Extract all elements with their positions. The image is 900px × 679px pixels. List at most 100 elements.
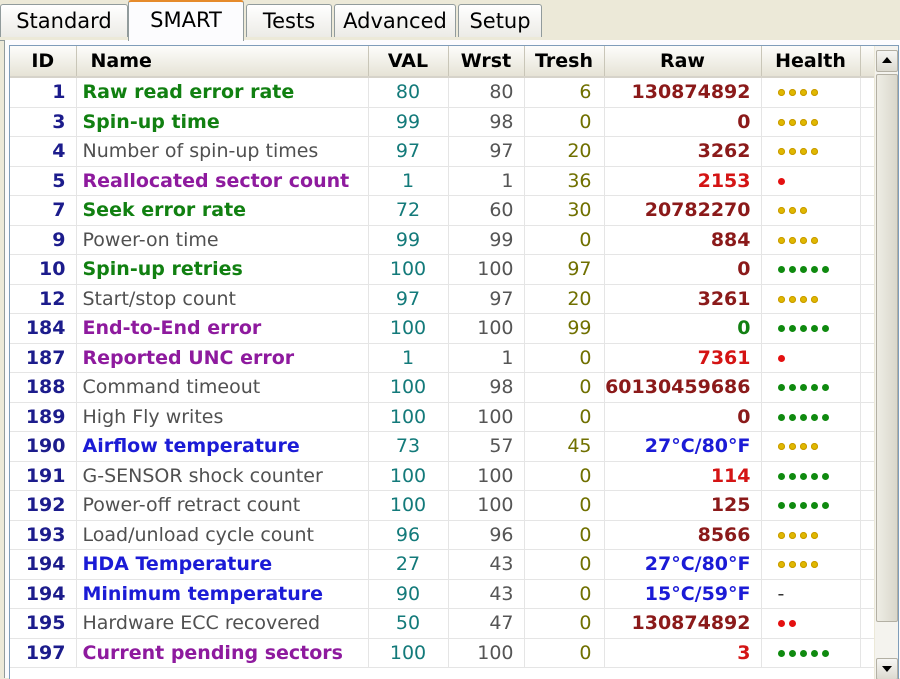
- column-header-raw[interactable]: Raw: [604, 46, 762, 78]
- attribute-worst: 60: [448, 195, 525, 226]
- attribute-health: [761, 166, 861, 196]
- table-row[interactable]: 9 Power-on time 99 99 0 884: [10, 225, 874, 255]
- table-row[interactable]: 190 Airflow temperature 73 57 45 27°C/80°F: [10, 431, 874, 462]
- attribute-threshold: 0: [524, 372, 605, 403]
- health-dot-icon: [810, 89, 818, 97]
- tab-setup[interactable]: Setup: [458, 4, 542, 37]
- health-dot-icon: [821, 384, 829, 392]
- table-row[interactable]: 189 High Fly writes 100 100 0 0: [10, 402, 874, 432]
- attribute-value: 90: [368, 579, 449, 609]
- health-dot-icon: [788, 236, 796, 244]
- attribute-name: Airflow temperature: [76, 431, 369, 462]
- tab-smart[interactable]: SMART: [128, 0, 244, 41]
- attribute-value: 100: [368, 461, 449, 491]
- attribute-health: [761, 638, 861, 668]
- attribute-raw: 8566: [604, 520, 762, 550]
- attribute-raw: 60130459686: [604, 372, 762, 403]
- row-filler: [860, 638, 874, 668]
- attribute-raw: 7361: [604, 343, 762, 373]
- table-row[interactable]: 184 End-to-End error 100 100 99 0: [10, 313, 874, 344]
- health-dot-icon: [810, 325, 818, 333]
- table-row[interactable]: 191 G-SENSOR shock counter 100 100 0 114: [10, 461, 874, 491]
- health-dot-icon: [788, 207, 796, 215]
- vertical-scrollbar[interactable]: [874, 46, 898, 679]
- table-row[interactable]: 5 Reallocated sector count 1 1 36 2153: [10, 166, 874, 196]
- column-header-tresh[interactable]: Tresh: [524, 46, 605, 78]
- table-row[interactable]: 194 HDA Temperature 27 43 0 27°C/80°F: [10, 549, 874, 580]
- attribute-value: 99: [368, 225, 449, 255]
- attribute-health: [761, 225, 861, 255]
- row-filler: [860, 284, 874, 314]
- health-dot-icon: [777, 118, 785, 126]
- column-header-id[interactable]: ID: [10, 46, 77, 78]
- attribute-raw: 15°C/59°F: [604, 579, 762, 609]
- health-indicator: [777, 376, 833, 392]
- column-header-val[interactable]: VAL: [368, 46, 449, 78]
- scroll-down-button[interactable]: [876, 658, 898, 679]
- attribute-threshold: 0: [524, 579, 605, 609]
- attribute-raw: 0: [604, 107, 762, 137]
- attribute-id: 188: [10, 372, 77, 403]
- health-dot-icon: [799, 384, 807, 392]
- row-filler: [860, 549, 874, 580]
- table-row[interactable]: 7 Seek error rate 72 60 30 20782270: [10, 195, 874, 226]
- health-dot-icon: [810, 413, 818, 421]
- column-header-wrst[interactable]: Wrst: [448, 46, 525, 78]
- table-row[interactable]: 192 Power-off retract count 100 100 0 125: [10, 490, 874, 521]
- table-row[interactable]: 188 Command timeout 100 98 0 60130459686: [10, 372, 874, 403]
- attribute-health: [761, 136, 861, 167]
- health-dot-icon: [810, 502, 818, 510]
- attribute-id: 7: [10, 195, 77, 226]
- tab-advanced[interactable]: Advanced: [334, 4, 456, 37]
- table-row[interactable]: 193 Load/unload cycle count 96 96 0 8566: [10, 520, 874, 550]
- attribute-threshold: 0: [524, 107, 605, 137]
- table-row[interactable]: 1 Raw read error rate 80 80 6 130874892: [10, 77, 874, 108]
- attribute-value: 50: [368, 608, 449, 639]
- attribute-name: Start/stop count: [76, 284, 369, 314]
- row-filler: [860, 402, 874, 432]
- smart-window: Standard SMART Tests Advanced Setup ID N…: [0, 0, 900, 679]
- health-dot-icon: [810, 531, 818, 539]
- attribute-raw: 2153: [604, 166, 762, 196]
- attribute-threshold: 0: [524, 608, 605, 639]
- health-dot-icon: [777, 502, 785, 510]
- attribute-worst: 97: [448, 136, 525, 167]
- attribute-id: 5: [10, 166, 77, 196]
- attribute-name: Spin-up retries: [76, 254, 369, 285]
- column-header-health[interactable]: Health: [761, 46, 861, 78]
- table-row[interactable]: 197 Current pending sectors 100 100 0 3: [10, 638, 874, 668]
- health-dot-icon: [799, 266, 807, 274]
- health-dot-icon: [788, 325, 796, 333]
- attribute-threshold: 99: [524, 313, 605, 344]
- attribute-value: 80: [368, 77, 449, 108]
- attribute-name: HDA Temperature: [76, 549, 369, 580]
- scroll-up-button[interactable]: [876, 50, 898, 72]
- table-row[interactable]: 195 Hardware ECC recovered 50 47 0 130874892: [10, 608, 874, 639]
- row-filler: [860, 77, 874, 108]
- scrollbar-thumb[interactable]: [876, 74, 898, 622]
- health-dot-icon: [810, 384, 818, 392]
- attribute-name: Minimum temperature: [76, 579, 369, 609]
- health-dot-icon: [777, 148, 785, 156]
- row-filler: [860, 136, 874, 167]
- table-row[interactable]: 194 Minimum temperature 90 43 0 15°C/59°F -: [10, 579, 874, 609]
- attribute-name: Spin-up time: [76, 107, 369, 137]
- health-dot-icon: [777, 649, 785, 657]
- table-row[interactable]: 10 Spin-up retries 100 100 97 0: [10, 254, 874, 285]
- column-header-name[interactable]: Name: [76, 46, 369, 78]
- attribute-threshold: 0: [524, 520, 605, 550]
- table-row[interactable]: 12 Start/stop count 97 97 20 3261: [10, 284, 874, 314]
- table-row[interactable]: 187 Reported UNC error 1 1 0 7361: [10, 343, 874, 373]
- attribute-value: 97: [368, 136, 449, 167]
- health-dot-icon: [777, 207, 785, 215]
- attribute-threshold: 45: [524, 431, 605, 462]
- health-dot-icon: [788, 531, 796, 539]
- health-dot-icon: [788, 649, 796, 657]
- health-indicator: [777, 81, 822, 97]
- tab-tests[interactable]: Tests: [246, 4, 332, 37]
- attribute-value: 100: [368, 490, 449, 521]
- table-row[interactable]: 4 Number of spin-up times 97 97 20 3262: [10, 136, 874, 167]
- attribute-id: 194: [10, 549, 77, 580]
- tab-standard[interactable]: Standard: [0, 4, 128, 37]
- table-row[interactable]: 3 Spin-up time 99 98 0 0: [10, 107, 874, 137]
